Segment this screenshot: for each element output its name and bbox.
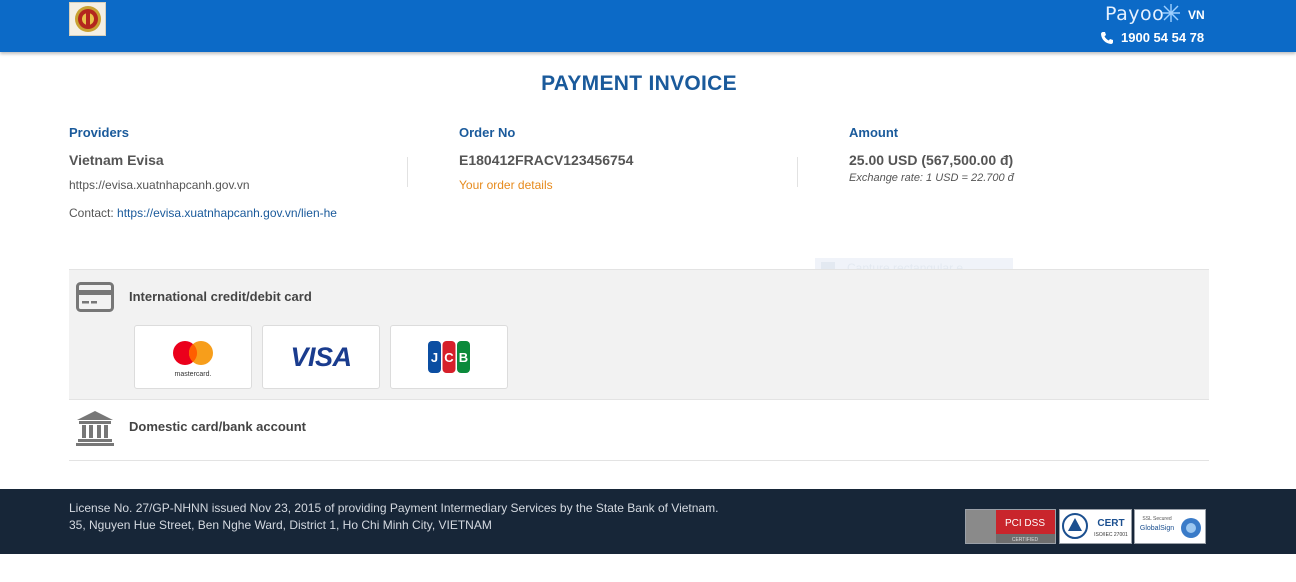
bank-icon bbox=[76, 410, 114, 451]
tuv-cert-badge[interactable]: CERT ISO/IEC 27001 bbox=[1059, 509, 1132, 544]
exchange-rate: Exchange rate: 1 USD = 22.700 đ bbox=[849, 172, 1014, 184]
svg-text:C: C bbox=[444, 350, 454, 365]
amount-value: 25.00 USD (567,500.00 đ) bbox=[849, 152, 1014, 168]
svg-text:PCI DSS: PCI DSS bbox=[1005, 518, 1045, 529]
hotline[interactable]: 1900 54 54 78 bbox=[1100, 30, 1204, 45]
column-divider bbox=[407, 157, 408, 187]
mastercard-icon: mastercard. bbox=[173, 341, 213, 378]
visa-icon: VISA bbox=[290, 341, 352, 372]
svg-text:SSL Secured: SSL Secured bbox=[1142, 516, 1171, 522]
visa-option[interactable]: VISA bbox=[262, 325, 380, 389]
license-text: License No. 27/GP-NHNN issued Nov 23, 20… bbox=[69, 501, 719, 515]
jcb-icon: J C B bbox=[428, 341, 470, 373]
provider-label: Providers bbox=[69, 125, 129, 140]
svg-text:CERTIFIED: CERTIFIED bbox=[1012, 537, 1039, 543]
address-text: 35, Nguyen Hue Street, Ben Nghe Ward, Di… bbox=[69, 518, 492, 532]
top-bar: Payoo VN 1900 54 54 78 bbox=[0, 0, 1296, 52]
provider-section: Providers Vietnam Evisa https://evisa.xu… bbox=[69, 125, 337, 220]
order-number: E180412FRACV123456754 bbox=[459, 152, 634, 168]
hotline-number: 1900 54 54 78 bbox=[1121, 30, 1205, 45]
provider-name: Vietnam Evisa bbox=[69, 152, 164, 168]
international-card-option[interactable]: International credit/debit card bbox=[129, 289, 312, 304]
svg-text:J: J bbox=[431, 350, 438, 365]
jcb-option[interactable]: J C B bbox=[390, 325, 508, 389]
globalsign-badge[interactable]: SSL Secured GlobalSign bbox=[1134, 509, 1206, 544]
column-divider bbox=[797, 157, 798, 187]
contact-label: Contact: bbox=[69, 206, 114, 220]
domestic-card-option[interactable]: Domestic card/bank account bbox=[129, 419, 306, 434]
svg-text:B: B bbox=[459, 350, 468, 365]
phone-icon bbox=[1101, 31, 1113, 44]
provider-website: https://evisa.xuatnhapcanh.gov.vn bbox=[69, 178, 250, 192]
mastercard-option[interactable]: mastercard. bbox=[134, 325, 252, 389]
svg-text:GlobalSign: GlobalSign bbox=[1140, 525, 1174, 532]
svg-text:CERT: CERT bbox=[1097, 518, 1124, 529]
emblem-icon bbox=[74, 6, 101, 32]
language-selector[interactable]: VN bbox=[1188, 8, 1205, 22]
order-section: Order No E180412FRACV123456754 Your orde… bbox=[459, 125, 633, 192]
section-divider bbox=[69, 460, 1209, 461]
sparkle-icon bbox=[1162, 4, 1180, 22]
svg-text:ISO/IEC 27001: ISO/IEC 27001 bbox=[1094, 532, 1128, 538]
amount-label: Amount bbox=[849, 125, 899, 140]
order-details-link[interactable]: Your order details bbox=[459, 178, 633, 192]
footer-text: License No. 27/GP-NHNN issued Nov 23, 20… bbox=[69, 500, 718, 534]
page-title: PAYMENT INVOICE bbox=[541, 72, 737, 95]
payoo-logo[interactable]: Payoo bbox=[1105, 3, 1164, 25]
svg-text:mastercard.: mastercard. bbox=[175, 371, 212, 378]
pci-dss-badge[interactable]: PCI DSS CERTIFIED bbox=[965, 509, 1056, 544]
provider-logo[interactable] bbox=[69, 2, 106, 36]
provider-contact: Contact: https://evisa.xuatnhapcanh.gov.… bbox=[69, 206, 337, 220]
contact-link[interactable]: https://evisa.xuatnhapcanh.gov.vn/lien-h… bbox=[117, 206, 337, 220]
credit-card-icon bbox=[76, 282, 114, 317]
amount-section: Amount 25.00 USD (567,500.00 đ) Exchange… bbox=[849, 125, 1014, 184]
order-label: Order No bbox=[459, 125, 516, 140]
